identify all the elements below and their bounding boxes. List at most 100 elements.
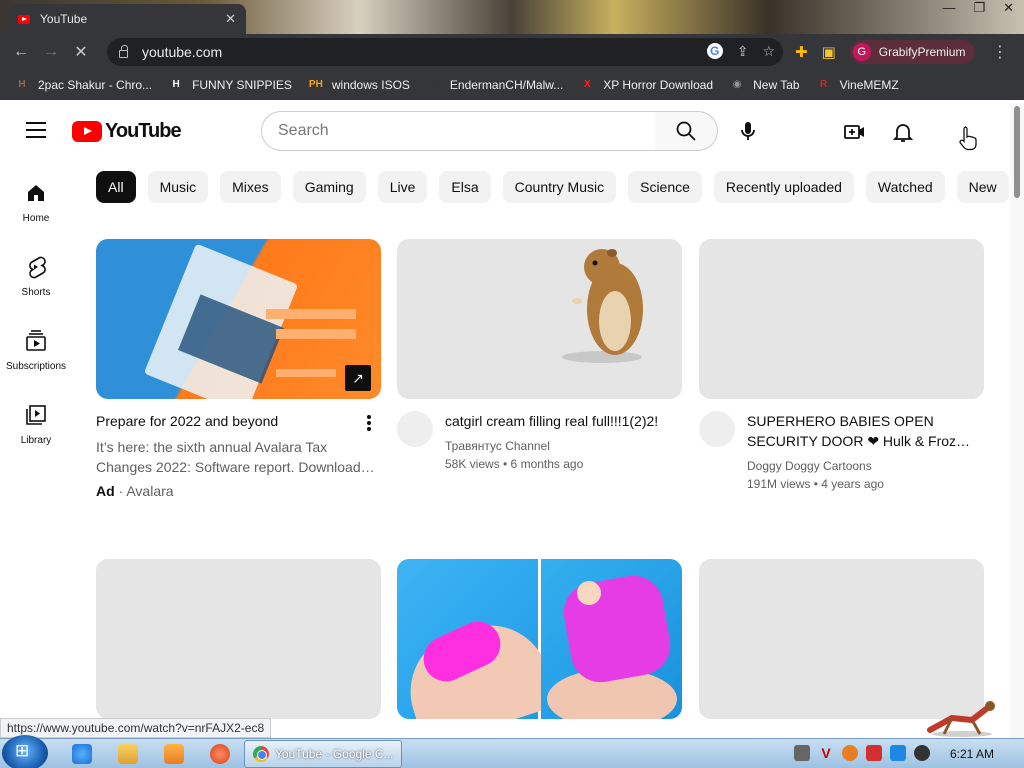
bookmark-item[interactable]: H 2pac Shakur - Chro...: [14, 77, 152, 93]
channel-name[interactable]: Doggy Doggy Cartoons: [747, 459, 984, 473]
bookmark-label: EndermanCH/Malw...: [449, 78, 564, 92]
back-icon[interactable]: ←: [6, 43, 36, 61]
extensions-puzzle-icon[interactable]: ✚: [795, 43, 808, 61]
tray-app-icon[interactable]: [794, 745, 810, 761]
notifications-button[interactable]: [886, 115, 920, 149]
chip-watched[interactable]: Watched: [865, 171, 945, 203]
chip-mixes[interactable]: Mixes: [220, 171, 281, 203]
video-title[interactable]: catgirl cream filling real full!!!1(2)2!: [445, 411, 682, 431]
create-button[interactable]: [838, 115, 872, 149]
tray-v-icon[interactable]: V: [818, 745, 834, 761]
video-card[interactable]: SUPERHERO BABIES OPEN SECURITY DOOR ❤ Hu…: [699, 239, 984, 491]
filter-chips: All Music Mixes Gaming Live Elsa Country Music…: [96, 171, 1010, 203]
video-title[interactable]: SUPERHERO BABIES OPEN SECURITY DOOR ❤ Hu…: [747, 411, 984, 451]
chip-gaming[interactable]: Gaming: [292, 171, 366, 203]
profile-avatar: G: [852, 43, 871, 61]
ad-more-options-icon[interactable]: [367, 415, 371, 433]
profile-button[interactable]: G GrabifyPremium: [849, 40, 976, 64]
home-icon: [28, 185, 44, 201]
channel-avatar[interactable]: [397, 411, 433, 447]
chrome-menu-icon[interactable]: ⋮: [992, 42, 1008, 62]
bookmark-item[interactable]: H FUNNY SNIPPIES: [168, 77, 291, 93]
tray-search-icon[interactable]: [842, 745, 858, 761]
forward-icon[interactable]: →: [36, 43, 66, 61]
bookmark-star-icon[interactable]: ☆: [762, 43, 775, 60]
sidebar-item-shorts[interactable]: Shorts: [0, 249, 72, 323]
profile-name: GrabifyPremium: [878, 45, 966, 59]
chip-live[interactable]: Live: [377, 171, 428, 203]
external-link-icon[interactable]: ↗: [345, 365, 371, 391]
video-thumbnail[interactable]: [397, 239, 682, 399]
browser-toolbar: ← → ✕ youtube.com G ⇪ ☆ ✚ ▣ G GrabifyPre…: [0, 34, 1024, 70]
video-card[interactable]: [397, 559, 682, 719]
chip-music[interactable]: Music: [147, 171, 209, 203]
ad-title[interactable]: Prepare for 2022 and beyond: [96, 411, 381, 431]
search-button[interactable]: [655, 111, 718, 151]
start-button[interactable]: [2, 735, 48, 768]
ad-card[interactable]: ↗ Prepare for 2022 and beyond It’s here:…: [96, 239, 381, 499]
chip-country-music[interactable]: Country Music: [502, 171, 617, 203]
minimize-button[interactable]: —: [942, 0, 955, 16]
page-scrollbar[interactable]: [1010, 103, 1024, 740]
file-explorer-icon[interactable]: [118, 744, 138, 764]
media-player-icon[interactable]: [164, 744, 184, 764]
internet-explorer-icon[interactable]: [72, 744, 92, 764]
lock-icon[interactable]: [119, 45, 128, 58]
chip-new[interactable]: New: [956, 171, 1009, 203]
tray-flag-icon[interactable]: [866, 745, 882, 761]
bookmark-item[interactable]: PH windows ISOS: [308, 77, 410, 93]
taskbar-chrome-window[interactable]: YouTube - Google C...: [244, 740, 402, 768]
chip-all[interactable]: All: [96, 171, 136, 203]
youtube-play-icon: [72, 121, 102, 142]
scrollbar-thumb[interactable]: [1014, 106, 1020, 198]
channel-name[interactable]: Травянтус Channel: [445, 439, 682, 453]
system-tray: V: [794, 745, 930, 761]
youtube-logo[interactable]: YouTube: [72, 120, 182, 143]
bookmark-item[interactable]: ◉ New Tab: [729, 77, 800, 93]
bookmark-label: XP Horror Download: [603, 78, 714, 92]
youtube-header: YouTube: [0, 103, 1010, 159]
video-camera-plus-icon: [844, 125, 864, 139]
video-thumbnail[interactable]: [96, 559, 381, 719]
sidebar-item-subscriptions[interactable]: Subscriptions: [0, 323, 72, 397]
video-card[interactable]: catgirl cream filling real full!!!1(2)2!…: [397, 239, 682, 471]
bookmark-item[interactable]: Y EndermanCH/Malw...: [426, 77, 564, 93]
tray-network-icon[interactable]: [890, 745, 906, 761]
side-panel-icon[interactable]: ▣: [822, 43, 836, 61]
sidebar-item-home[interactable]: Home: [0, 175, 72, 249]
sidebar-label-shorts: Shorts: [21, 287, 51, 298]
link-status-bar: https://www.youtube.com/watch?v=nrFAJX2-…: [0, 718, 272, 738]
close-window-button[interactable]: ✕: [1003, 0, 1014, 16]
sidebar-item-library[interactable]: Library: [0, 397, 72, 471]
sidebar-label-library: Library: [20, 435, 52, 446]
taskbar-clock[interactable]: 6:21 AM: [950, 747, 994, 761]
voice-search-button[interactable]: [728, 111, 768, 151]
chip-science[interactable]: Science: [628, 171, 702, 203]
google-lens-icon[interactable]: G: [706, 43, 723, 59]
tab-close-icon[interactable]: ✕: [225, 11, 236, 27]
menu-icon[interactable]: [26, 122, 46, 143]
bookmark-item[interactable]: X XP Horror Download: [579, 77, 713, 93]
chip-elsa[interactable]: Elsa: [439, 171, 491, 203]
paint-icon[interactable]: [210, 744, 230, 764]
bookmark-favicon-icon: H: [18, 79, 26, 90]
search-box[interactable]: [261, 111, 656, 151]
video-card-placeholder[interactable]: [699, 559, 984, 719]
ad-advertiser: Avalara: [126, 483, 174, 499]
stop-loading-icon[interactable]: ✕: [66, 42, 96, 62]
address-bar[interactable]: youtube.com G ⇪ ☆: [107, 38, 783, 66]
address-url[interactable]: youtube.com: [142, 44, 222, 60]
search-input[interactable]: [278, 122, 638, 140]
tray-volume-icon[interactable]: [914, 745, 930, 761]
maximize-button[interactable]: ❐: [973, 0, 985, 16]
tab-youtube[interactable]: YouTube ✕: [8, 4, 246, 34]
video-thumbnail[interactable]: [397, 559, 682, 719]
ad-thumbnail[interactable]: ↗: [96, 239, 381, 399]
channel-avatar[interactable]: [699, 411, 735, 447]
chip-recently-uploaded[interactable]: Recently uploaded: [713, 171, 854, 203]
share-icon[interactable]: ⇪: [737, 43, 749, 60]
video-thumbnail[interactable]: [699, 559, 984, 719]
video-thumbnail[interactable]: [699, 239, 984, 399]
bookmark-item[interactable]: R VineMEMZ: [816, 77, 899, 93]
video-card-placeholder[interactable]: [96, 559, 381, 719]
